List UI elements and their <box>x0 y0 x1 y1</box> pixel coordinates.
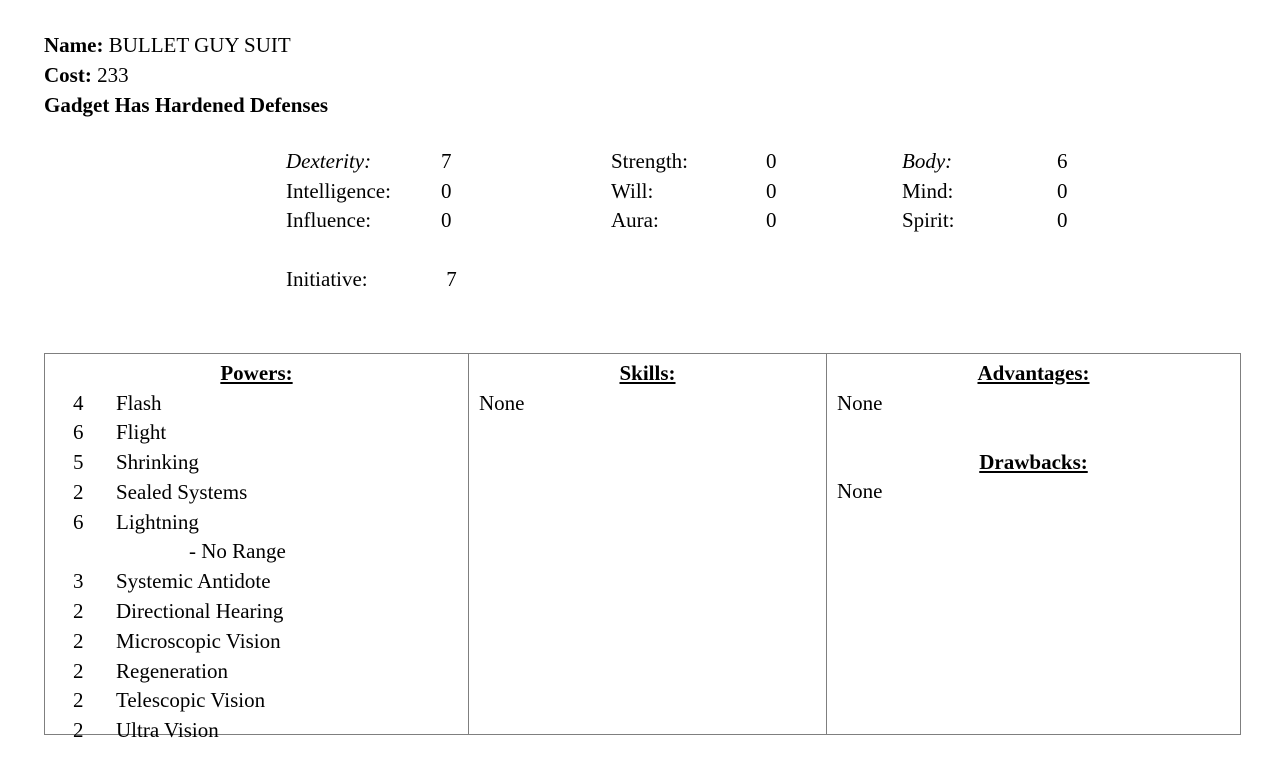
character-header: Name: BULLET GUY SUIT Cost: 233 Gadget H… <box>44 30 328 120</box>
drawbacks-heading: Drawbacks: <box>979 449 1088 474</box>
attribute-value: 6 <box>1057 149 1068 173</box>
power-item: 2 Microscopic Vision <box>45 627 468 657</box>
advantages-column: Advantages: None Drawbacks: None <box>827 354 1240 734</box>
cost-value: 233 <box>97 63 129 87</box>
power-modifier-name: - No Range <box>189 539 286 564</box>
attribute-value: 0 <box>1057 208 1068 232</box>
power-rank: 2 <box>73 658 84 683</box>
advantages-heading: Advantages: <box>977 361 1090 385</box>
powers-heading: Powers: <box>220 361 293 385</box>
attribute-label: Dexterity: <box>286 149 372 173</box>
power-name: Telescopic Vision <box>116 688 266 713</box>
skills-empty-text: None <box>479 390 525 415</box>
attribute-value: 7 <box>441 149 452 173</box>
power-name: Regeneration <box>116 658 228 683</box>
attribute-row: Dexterity: 7 Strength: 0 Body: 6 <box>286 149 1102 179</box>
power-item: 6 Lightning <box>45 508 468 538</box>
power-item: 2 Regeneration <box>45 657 468 687</box>
attribute-label: Influence: <box>286 208 372 232</box>
name-label: Name: <box>44 33 104 57</box>
power-name: Directional Hearing <box>116 599 284 624</box>
power-item: 2 Directional Hearing <box>45 597 468 627</box>
initiative-label: Initiative: <box>286 267 368 291</box>
power-rank: 4 <box>73 390 84 415</box>
drawbacks-empty-text: None <box>837 479 883 503</box>
gadget-note: Gadget Has Hardened Defenses <box>44 93 329 117</box>
power-rank: 3 <box>73 569 84 594</box>
attribute-label: Body: <box>902 149 953 173</box>
power-rank: 2 <box>73 479 84 504</box>
initiative-value: 7 <box>446 267 457 291</box>
power-item: 6 Flight <box>45 418 468 448</box>
attribute-row: Intelligence: 0 Will: 0 Mind: 0 <box>286 179 1102 209</box>
powers-column: Powers: 4 Flash 6 Flight 5 Shrinking 2 S… <box>45 354 469 742</box>
skills-heading: Skills: <box>619 361 676 385</box>
advantages-empty-text: None <box>837 390 883 415</box>
power-item: 2 Ultra Vision <box>45 716 468 746</box>
attribute-dexterity: Dexterity: 7 <box>286 149 611 174</box>
power-name: Sealed Systems <box>116 479 248 504</box>
power-rank: 5 <box>73 450 84 475</box>
attribute-label: Aura: <box>611 208 659 232</box>
attribute-label: Mind: <box>902 178 954 203</box>
attribute-row: Influence: 0 Aura: 0 Spirit: 0 <box>286 208 1102 238</box>
attribute-influence: Influence: 0 <box>286 208 611 233</box>
power-rank: 2 <box>73 628 84 653</box>
power-name: Flash <box>116 390 162 415</box>
attribute-value: 0 <box>766 208 777 232</box>
attribute-body: Body: 6 <box>902 149 1102 174</box>
power-rank: 6 <box>73 509 84 534</box>
power-name: Microscopic Vision <box>116 628 281 653</box>
attribute-label: Spirit: <box>902 208 955 232</box>
attribute-value: 0 <box>441 178 452 203</box>
power-name: Flight <box>116 420 167 445</box>
power-name: Systemic Antidote <box>116 569 271 594</box>
power-name: Ultra Vision <box>116 718 219 743</box>
attribute-strength: Strength: 0 <box>611 149 902 174</box>
attribute-value: 0 <box>766 149 777 173</box>
attribute-label: Intelligence: <box>286 178 391 203</box>
name-value: BULLET GUY SUIT <box>108 33 291 57</box>
power-rank: 2 <box>73 718 84 743</box>
attribute-label: Strength: <box>611 149 688 173</box>
attribute-intelligence: Intelligence: 0 <box>286 179 611 204</box>
attribute-label: Will: <box>611 178 654 203</box>
power-name: Lightning <box>116 509 199 534</box>
attribute-value: 0 <box>1057 178 1068 203</box>
power-rank: 2 <box>73 599 84 624</box>
cost-line: Cost: 233 <box>44 60 328 90</box>
power-item: 2 Sealed Systems <box>45 478 468 508</box>
initiative-row: Initiative: 7 <box>286 267 457 292</box>
power-item: 3 Systemic Antidote <box>45 567 468 597</box>
attribute-value: 0 <box>441 208 452 232</box>
attributes-grid: Dexterity: 7 Strength: 0 Body: 6 Intelli… <box>286 149 1102 238</box>
name-line: Name: BULLET GUY SUIT <box>44 30 328 60</box>
power-item: 5 Shrinking <box>45 448 468 478</box>
power-rank: 2 <box>73 688 84 713</box>
attribute-will: Will: 0 <box>611 179 902 204</box>
attribute-value: 0 <box>766 178 777 203</box>
attribute-aura: Aura: 0 <box>611 208 902 233</box>
attribute-spirit: Spirit: 0 <box>902 208 1102 233</box>
stat-table: Powers: 4 Flash 6 Flight 5 Shrinking 2 S… <box>44 353 1241 742</box>
attribute-mind: Mind: 0 <box>902 179 1102 204</box>
power-item: 4 Flash <box>45 389 468 419</box>
power-item: 2 Telescopic Vision <box>45 686 468 716</box>
power-name: Shrinking <box>116 450 199 475</box>
power-modifier-item: - No Range <box>45 537 468 567</box>
powers-list: 4 Flash 6 Flight 5 Shrinking 2 Sealed Sy… <box>45 389 468 747</box>
skills-column: Skills: None <box>469 354 827 734</box>
power-rank: 6 <box>73 420 84 445</box>
cost-label: Cost: <box>44 63 92 87</box>
